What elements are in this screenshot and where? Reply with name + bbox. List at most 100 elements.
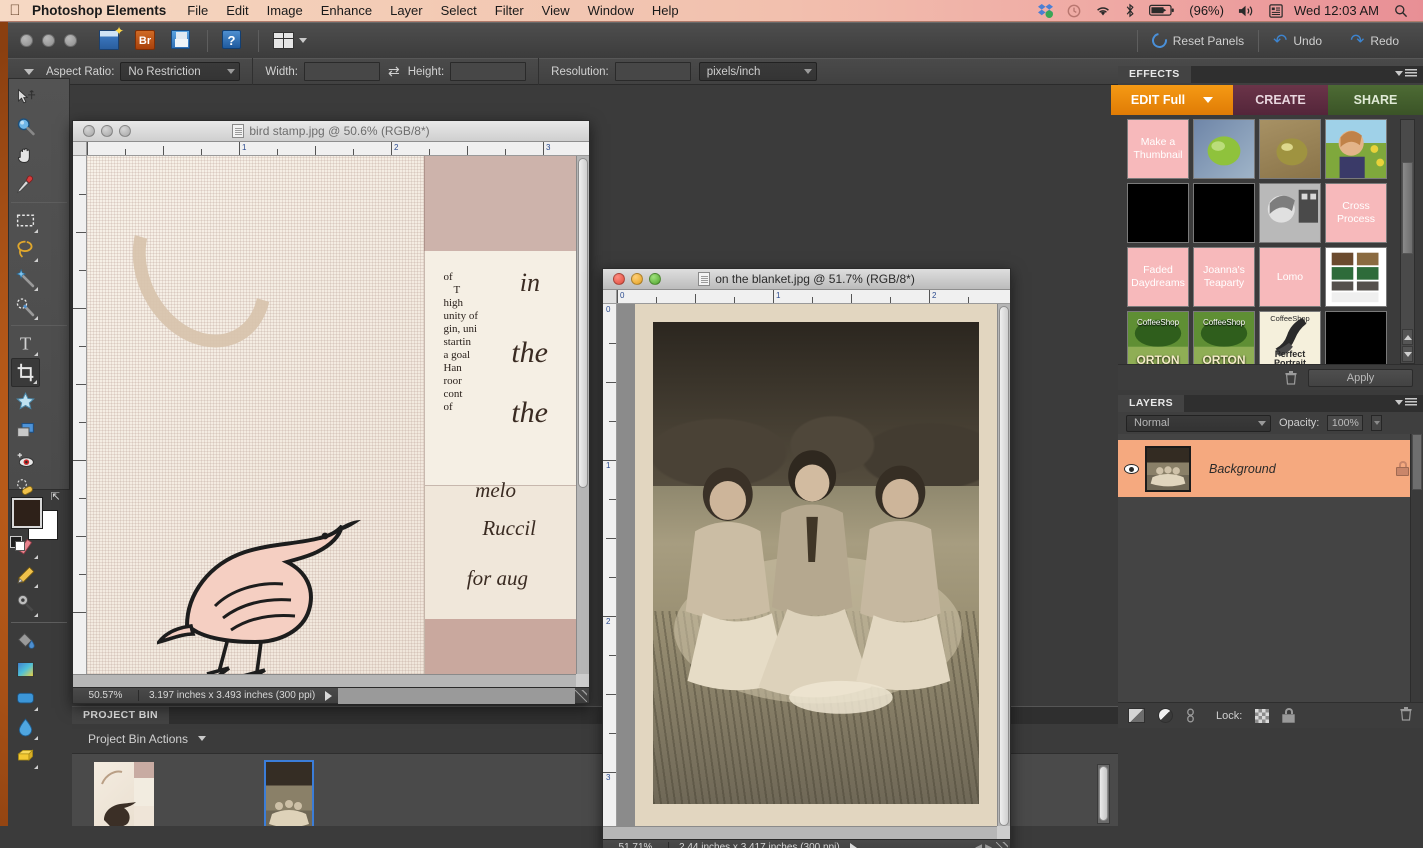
blur-tool[interactable] xyxy=(11,713,40,742)
layer-visibility-toggle[interactable] xyxy=(1118,463,1145,474)
scrollbar-thumb[interactable] xyxy=(1412,434,1422,490)
new-file-icon[interactable] xyxy=(99,29,121,52)
effect-thumb[interactable]: Joanna's Teaparty xyxy=(1193,247,1255,307)
effect-thumb[interactable]: CoffeeShop Perfect Portrait xyxy=(1259,311,1321,364)
prev-icon[interactable]: ◀ xyxy=(975,842,982,848)
menu-app-name[interactable]: Photoshop Elements xyxy=(30,3,178,18)
opacity-stepper[interactable] xyxy=(1371,415,1383,431)
project-bin-scrollbar[interactable] xyxy=(1097,764,1110,824)
window-traffic-lights[interactable] xyxy=(8,34,77,47)
width-input[interactable] xyxy=(304,62,380,81)
effect-thumb[interactable] xyxy=(1127,183,1189,243)
on-the-blanket-canvas[interactable] xyxy=(617,304,997,826)
straighten-tool[interactable] xyxy=(11,416,40,445)
scroll-down-icon[interactable] xyxy=(1402,346,1413,362)
type-tool[interactable]: T xyxy=(11,329,40,358)
scrollbar-thumb[interactable] xyxy=(999,306,1009,826)
smart-brush-tool[interactable] xyxy=(11,590,40,619)
scrollbar-thumb[interactable] xyxy=(1099,766,1108,821)
hand-tool[interactable] xyxy=(11,141,40,170)
status-menu-icon[interactable] xyxy=(849,842,857,848)
effect-thumb[interactable] xyxy=(1193,183,1255,243)
tab-layers[interactable]: LAYERS xyxy=(1118,395,1185,412)
shape-tool[interactable] xyxy=(11,684,40,713)
height-input[interactable] xyxy=(450,62,527,81)
lock-transparency-icon[interactable] xyxy=(1255,708,1270,723)
effect-thumb[interactable] xyxy=(1325,311,1387,364)
aspect-ratio-select[interactable]: No Restriction xyxy=(120,62,241,81)
menu-item-window[interactable]: Window xyxy=(579,3,643,18)
on-the-blanket-vertical-scrollbar[interactable] xyxy=(997,304,1010,826)
apple-logo-icon[interactable]:  xyxy=(0,3,30,18)
on-the-blanket-window[interactable]: on the blanket.jpg @ 51.7% (RGB/8*) 0 1 … xyxy=(602,268,1011,848)
undo-button[interactable]: ↶ Undo xyxy=(1259,32,1336,49)
calendar-icon[interactable] xyxy=(1262,3,1290,18)
save-icon[interactable] xyxy=(171,29,193,52)
new-layer-icon[interactable] xyxy=(1128,708,1145,723)
next-icon[interactable]: ▶ xyxy=(985,842,992,848)
zoom-tool[interactable] xyxy=(11,112,40,141)
effects-scrollbar[interactable] xyxy=(1400,119,1415,364)
eff ect-thumb[interactable] xyxy=(1325,119,1387,179)
dropbox-icon[interactable] xyxy=(1031,3,1060,18)
layer-row-background[interactable]: Background xyxy=(1118,440,1423,497)
scroll-up-icon[interactable] xyxy=(1402,329,1413,345)
default-colors-icon[interactable] xyxy=(10,536,25,551)
wifi-icon[interactable] xyxy=(1088,4,1118,17)
blend-mode-select[interactable]: Normal xyxy=(1126,414,1271,432)
effect-thumb[interactable] xyxy=(1325,247,1387,307)
menu-item-help[interactable]: Help xyxy=(643,3,688,18)
menu-item-layer[interactable]: Layer xyxy=(381,3,432,18)
resolution-units-select[interactable]: pixels/inch xyxy=(698,62,817,81)
bird-stamp-title-bar[interactable]: bird stamp.jpg @ 50.6% (RGB/8*) xyxy=(73,121,589,142)
link-layers-icon[interactable] xyxy=(1186,708,1195,723)
on-the-blanket-title-bar[interactable]: on the blanket.jpg @ 51.7% (RGB/8*) xyxy=(603,269,1010,290)
bird-stamp-window[interactable]: bird stamp.jpg @ 50.6% (RGB/8*) 1 2 3 of… xyxy=(72,120,590,704)
reset-panels-button[interactable]: Reset Panels xyxy=(1138,30,1258,51)
move-tool[interactable] xyxy=(11,83,40,112)
tab-create[interactable]: CREATE xyxy=(1233,85,1328,115)
paint-bucket-tool[interactable] xyxy=(11,626,40,655)
minimize-window-button[interactable] xyxy=(42,34,55,47)
trash-icon[interactable] xyxy=(1284,370,1298,385)
effect-thumb[interactable] xyxy=(1259,119,1321,179)
menu-clock[interactable]: Wed 12:03 AM xyxy=(1290,3,1387,18)
scrollbar-thumb[interactable] xyxy=(1402,162,1413,254)
gradient-tool[interactable] xyxy=(11,655,40,684)
opacity-input[interactable]: 100% xyxy=(1327,415,1364,431)
foreground-color-swatch[interactable] xyxy=(11,497,43,529)
sponge-tool[interactable] xyxy=(11,742,40,771)
tab-share[interactable]: SHARE xyxy=(1328,85,1423,115)
delete-layer-icon[interactable] xyxy=(1399,706,1413,726)
on-the-blanket-ruler-horizontal[interactable]: 0 1 2 xyxy=(617,290,1010,304)
quick-selection-tool[interactable] xyxy=(11,293,40,322)
swap-colors-icon[interactable]: ⇱ xyxy=(51,490,60,503)
menu-item-edit[interactable]: Edit xyxy=(217,3,257,18)
bird-stamp-vertical-scrollbar[interactable] xyxy=(576,156,589,674)
bird-stamp-ruler-horizontal[interactable]: 1 2 3 xyxy=(87,142,589,156)
rectangular-marquee-tool[interactable] xyxy=(11,206,40,235)
status-menu-icon[interactable] xyxy=(325,690,333,701)
adjustment-layer-icon[interactable] xyxy=(1158,708,1173,723)
scrollbar-thumb[interactable] xyxy=(578,158,588,488)
effects-panel-menu-button[interactable] xyxy=(1395,69,1417,78)
effect-thumb[interactable]: Faded Daydreams xyxy=(1127,247,1189,307)
menu-item-image[interactable]: Image xyxy=(258,3,312,18)
menu-item-view[interactable]: View xyxy=(533,3,579,18)
volume-icon[interactable] xyxy=(1231,4,1262,18)
zoom-window-button[interactable] xyxy=(64,34,77,47)
bird-stamp-zoom-value[interactable]: 50.57% xyxy=(73,690,139,701)
close-window-button[interactable] xyxy=(20,34,33,47)
effect-thumb[interactable]: CoffeeShop ORTON xyxy=(1193,311,1255,364)
bluetooth-icon[interactable] xyxy=(1118,3,1142,18)
bridge-icon[interactable]: Br xyxy=(135,29,157,52)
resize-grip-icon[interactable] xyxy=(575,689,587,702)
lock-all-icon[interactable] xyxy=(1282,708,1296,723)
layers-panel-menu-button[interactable] xyxy=(1395,398,1417,407)
apply-button[interactable]: Apply xyxy=(1308,368,1413,387)
layer-thumbnail[interactable] xyxy=(1145,445,1191,492)
crop-tool[interactable] xyxy=(11,358,40,387)
effect-thumb[interactable] xyxy=(1259,183,1321,243)
status-nav-arrows[interactable]: ◀ ▶ xyxy=(975,842,992,848)
menu-item-filter[interactable]: Filter xyxy=(486,3,533,18)
